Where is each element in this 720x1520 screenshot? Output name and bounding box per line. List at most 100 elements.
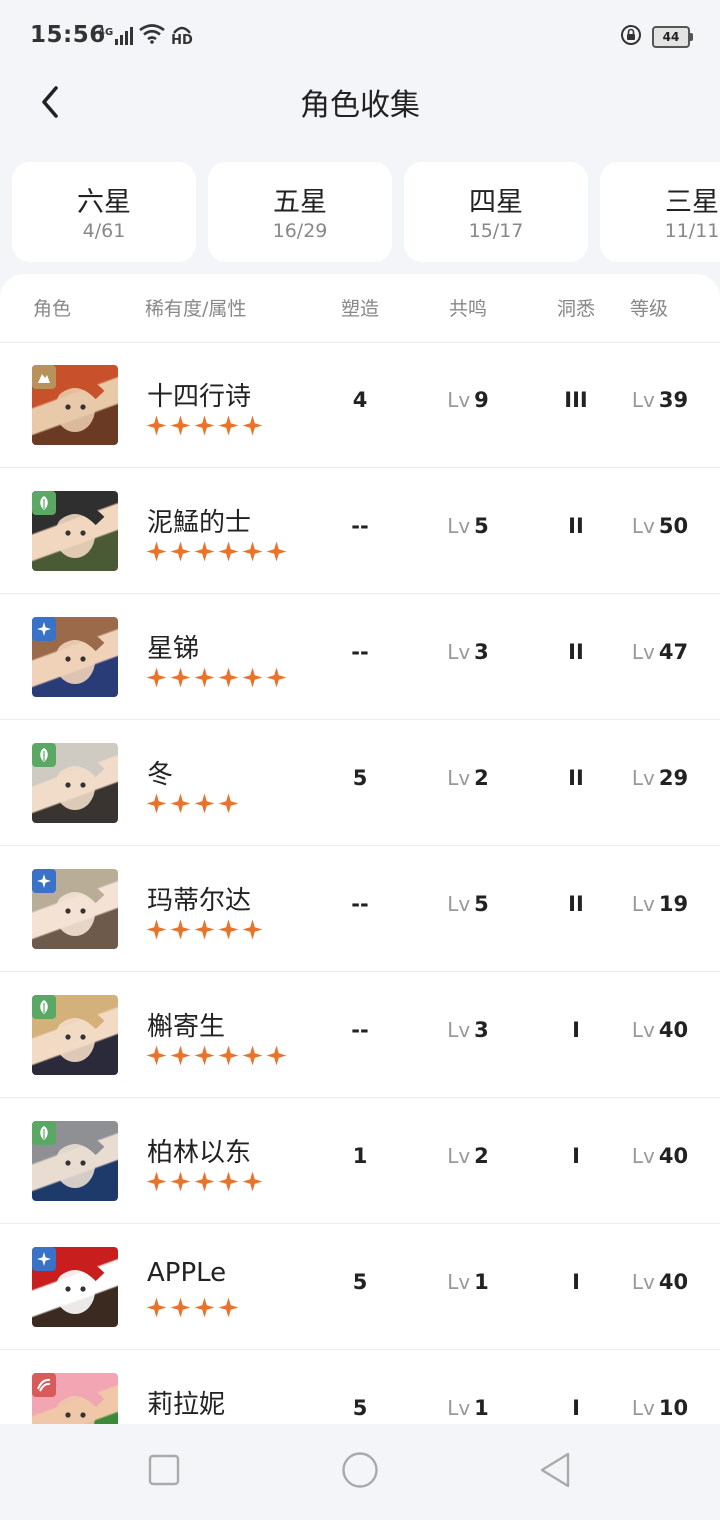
home-button[interactable] [335,1450,385,1494]
star-icon [194,667,215,688]
shaping-value: -- [351,892,369,916]
star-icon [146,1297,167,1318]
character-level-cell: Lv 39 [610,388,710,412]
lv-prefix: Lv [631,1018,655,1042]
rarity-stars [146,793,239,814]
rarity-stars [146,667,287,688]
col-header-rarity: 稀有度/属性 [145,298,247,320]
insight-value: I [572,1018,580,1042]
tab-name: 五星 [273,187,327,218]
tab-four-star[interactable]: 四星 15/17 [404,162,588,262]
plant-attribute-icon [32,1121,56,1145]
character-row[interactable]: 星锑 -- Lv 3 II Lv 47 [0,594,720,720]
rarity-stars [146,415,263,436]
star-icon [170,793,191,814]
network-type-label: 4G [98,27,114,38]
star-icon [146,415,167,436]
character-level-cell: Lv 40 [610,1018,710,1042]
star-icon [146,919,167,940]
star-icon [146,667,167,688]
character-level: 50 [658,514,689,538]
star-icon [194,793,215,814]
lv-prefix: Lv [447,1270,471,1294]
rarity-stars [146,919,263,940]
tab-six-star[interactable]: 六星 4/61 [12,162,196,262]
character-list: 十四行诗 4 Lv 9 III Lv 39 泥鯭的士 -- Lv 5 II Lv 50 星锑 -- Lv 3 II L… [0,342,720,1424]
cellular-signal-icon: 4G [98,27,134,45]
shaping-value-cell: -- [310,640,410,664]
plant-attribute-icon [32,995,56,1019]
tab-count: 4/61 [82,220,126,242]
star-icon [194,541,215,562]
star-attribute-icon [32,1247,56,1271]
rarity-tabs: 六星 4/61 五星 16/29 四星 15/17 三星 11/11 [12,162,720,262]
lv-prefix: Lv [631,1144,655,1168]
rarity-stars [146,541,287,562]
star-icon [218,541,239,562]
star-icon [218,415,239,436]
resonance-level: 3 [474,1018,489,1042]
tab-count: 16/29 [272,220,328,242]
header: 角色收集 [0,74,720,134]
character-level: 40 [658,1018,689,1042]
lv-prefix: Lv [447,1018,471,1042]
resonance-level: 1 [474,1396,489,1420]
character-name: 柏林以东 [147,1138,252,1168]
character-row[interactable]: 冬 5 Lv 2 II Lv 29 [0,720,720,846]
battery-icon: 44 [652,26,693,48]
character-level-cell: Lv 40 [610,1270,710,1294]
shaping-value: 4 [352,388,368,412]
tab-five-star[interactable]: 五星 16/29 [208,162,392,262]
star-icon [242,1171,263,1192]
star-icon [242,919,263,940]
resonance-level-cell: Lv 5 [418,892,518,916]
status-icons-right: 44 [620,24,693,50]
star-icon [218,1045,239,1066]
character-name: 十四行诗 [147,382,252,412]
character-row[interactable]: 槲寄生 -- Lv 3 I Lv 40 [0,972,720,1098]
star-icon [266,541,287,562]
character-level-cell: Lv 47 [610,640,710,664]
character-row[interactable]: 十四行诗 4 Lv 9 III Lv 39 [0,342,720,468]
star-icon [170,1171,191,1192]
tab-three-star[interactable]: 三星 11/11 [600,162,720,262]
col-header-resonance: 共鸣 [449,298,488,320]
character-name: 星锑 [147,634,200,664]
star-icon [242,415,263,436]
star-icon [266,1045,287,1066]
character-level-cell: Lv 19 [610,892,710,916]
beast-attribute-icon [32,1373,56,1397]
star-icon [170,415,191,436]
character-row[interactable]: APPLe 5 Lv 1 I Lv 40 [0,1224,720,1350]
shaping-value: 5 [352,1270,368,1294]
rarity-stars [146,1171,263,1192]
character-row[interactable]: 莉拉妮 5 Lv 1 I Lv 10 [0,1350,720,1424]
character-level: 40 [658,1144,689,1168]
star-icon [194,919,215,940]
character-level-cell: Lv 29 [610,766,710,790]
lv-prefix: Lv [631,766,655,790]
star-icon [218,1297,239,1318]
character-level: 10 [658,1396,689,1420]
hd-label: HD [171,33,193,48]
character-row[interactable]: 玛蒂尔达 -- Lv 5 II Lv 19 [0,846,720,972]
lv-prefix: Lv [447,1396,471,1420]
back-nav-button[interactable] [530,1450,580,1494]
recent-apps-button[interactable] [139,1450,189,1494]
star-icon [266,667,287,688]
star-icon [242,667,263,688]
star-icon [146,793,167,814]
circle-icon [341,1451,379,1493]
character-name: 莉拉妮 [147,1390,226,1420]
insight-value: I [572,1396,580,1420]
character-row[interactable]: 柏林以东 1 Lv 2 I Lv 40 [0,1098,720,1224]
character-row[interactable]: 泥鯭的士 -- Lv 5 II Lv 50 [0,468,720,594]
tab-name: 六星 [77,187,131,218]
rotation-lock-icon [620,24,642,50]
star-icon [146,1171,167,1192]
shaping-value-cell: 5 [310,1270,410,1294]
character-level: 39 [658,388,689,412]
lv-prefix: Lv [447,892,471,916]
tab-name: 三星 [665,187,719,218]
character-list-panel: 角色 稀有度/属性 塑造 共鸣 洞悉 等级 十四行诗 4 Lv 9 III Lv 39 泥鯭的… [0,274,720,1424]
